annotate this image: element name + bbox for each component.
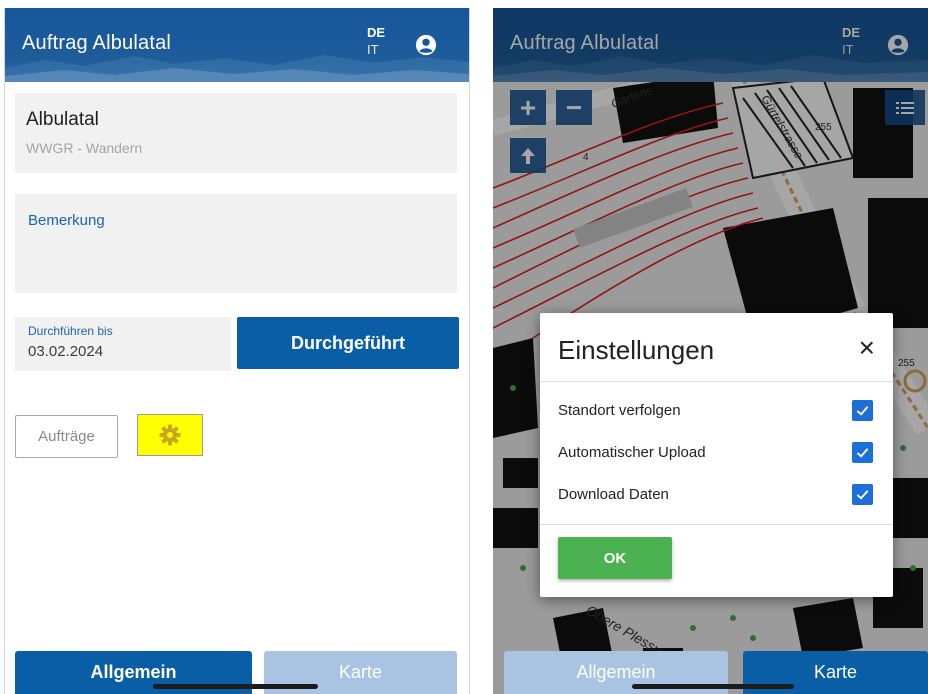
- option-download-data-label: Download Daten: [558, 486, 669, 503]
- job-subtitle: WWGR - Wandern: [26, 140, 143, 156]
- gear-icon: [159, 424, 181, 446]
- option-track-location-checkbox[interactable]: [852, 400, 873, 421]
- remark-label: Bemerkung: [28, 212, 105, 229]
- dialog-divider: [540, 381, 893, 382]
- option-auto-upload-checkbox[interactable]: [852, 442, 873, 463]
- jobs-button[interactable]: Aufträge: [15, 415, 118, 458]
- option-auto-upload-label: Automatischer Upload: [558, 444, 706, 461]
- right-screen: Gartens Gürtelstrasse Obere Plessur 255 …: [493, 8, 928, 694]
- lang-de[interactable]: DE: [367, 24, 385, 41]
- dialog-divider: [540, 524, 893, 525]
- settings-dialog: Einstellungen × Standort verfolgen Autom…: [540, 313, 893, 597]
- due-date-field[interactable]: Durchführen bis 03.02.2024: [15, 317, 231, 371]
- home-indicator: [153, 684, 318, 689]
- due-date-value: 03.02.2024: [28, 343, 104, 360]
- option-download-data-checkbox[interactable]: [852, 484, 873, 505]
- language-switch[interactable]: DE IT: [367, 24, 385, 58]
- due-date-label: Durchführen bis: [28, 324, 113, 338]
- done-button[interactable]: Durchgeführt: [237, 317, 459, 369]
- check-icon: [856, 448, 869, 458]
- close-icon[interactable]: ×: [859, 333, 875, 363]
- dialog-title: Einstellungen: [558, 335, 715, 365]
- home-indicator: [632, 684, 794, 689]
- remark-field[interactable]: Bemerkung: [15, 194, 457, 293]
- settings-button[interactable]: [137, 414, 203, 456]
- check-icon: [856, 406, 869, 416]
- job-card: Albulatal WWGR - Wandern: [15, 93, 457, 173]
- left-screen: Auftrag Albulatal DE IT Albulatal WWGR -…: [4, 8, 470, 694]
- check-icon: [856, 490, 869, 500]
- lang-it[interactable]: IT: [367, 41, 385, 58]
- option-track-location-label: Standort verfolgen: [558, 402, 681, 419]
- ok-button[interactable]: OK: [558, 537, 672, 579]
- job-title: Albulatal: [26, 109, 99, 130]
- page-title: Auftrag Albulatal: [22, 32, 172, 54]
- user-circle-icon[interactable]: [415, 34, 437, 56]
- app-header: Auftrag Albulatal DE IT: [5, 8, 469, 82]
